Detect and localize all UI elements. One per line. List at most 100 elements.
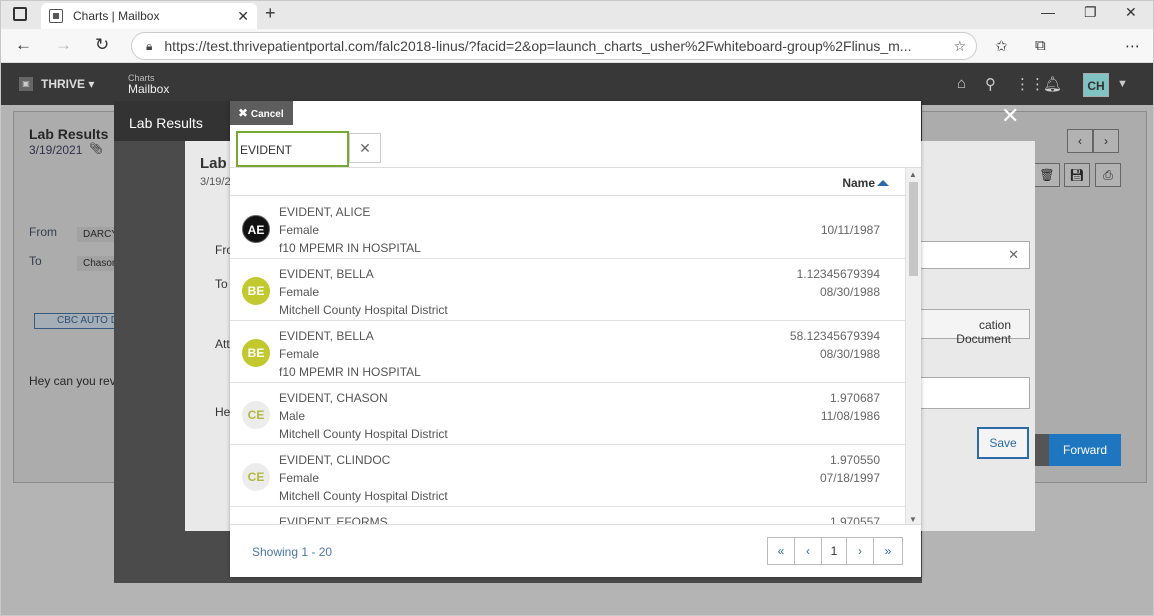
first-page-button[interactable]: « (767, 537, 795, 565)
save-button[interactable]: Save (977, 427, 1029, 459)
user-avatar[interactable]: CH (1083, 73, 1109, 97)
tab-close-icon[interactable]: ✕ (237, 8, 249, 25)
header-field[interactable] (920, 377, 1030, 409)
results-count: Showing 1 - 20 (252, 545, 333, 559)
patient-facility: Mitchell County Hospital District (279, 489, 448, 503)
patient-facility: Mitchell County Hospital District (279, 303, 448, 317)
patient-lookup-popup: ✖ Cancel ✕ Name AE EVIDENT, ALICE Female… (230, 101, 921, 577)
minimize-icon[interactable]: — (1041, 4, 1055, 20)
scroll-thumb[interactable] (909, 182, 918, 276)
dialog-att-label: Att (215, 337, 230, 351)
patient-dob: 08/30/1988 (819, 347, 880, 361)
patient-dob: 10/11/1987 (820, 223, 880, 237)
favorite-star-icon[interactable]: ☆ (953, 38, 966, 55)
patient-name: EVIDENT, CLINDOC (279, 453, 391, 467)
last-page-button[interactable]: » (873, 537, 903, 565)
patient-row[interactable]: CE EVIDENT, CHASON Male Mitchell County … (230, 383, 905, 445)
add-document-button[interactable]: cation Document (920, 309, 1030, 346)
patient-dob: 11/08/1986 (820, 409, 880, 423)
forward-arrow-icon[interactable]: → (55, 35, 72, 55)
scroll-up-icon[interactable]: ▲ (909, 170, 917, 179)
new-tab-icon[interactable]: + (265, 3, 276, 24)
patient-name: EVIDENT, EFORMS (279, 515, 388, 525)
patient-row[interactable]: BE EVIDENT, BELLA Female f10 MPEMR IN HO… (230, 321, 905, 383)
patient-name: EVIDENT, BELLA (279, 267, 374, 281)
restore-icon[interactable]: ❐ (1084, 4, 1097, 21)
patient-id: 1.12345679394 (796, 267, 880, 281)
refresh-icon[interactable]: ↻ (95, 35, 109, 55)
patient-name: EVIDENT, CHASON (279, 391, 388, 405)
tab-favicon-icon (49, 9, 63, 23)
pagination: « ‹ 1 › » (767, 537, 903, 565)
tab-title: Charts | Mailbox (73, 9, 160, 23)
name-column-header[interactable]: Name (842, 176, 875, 190)
search-icon[interactable]: ⚲ (985, 75, 996, 93)
patient-id: 1.970557 (829, 515, 880, 525)
patient-row[interactable]: CE EVIDENT, CLINDOC Female Mitchell Coun… (230, 445, 905, 507)
patient-sex: Female (279, 347, 320, 361)
url-field[interactable]: 🔒︎ https://test.thrivepatientportal.com/… (131, 32, 977, 60)
lock-icon: 🔒︎ (146, 38, 153, 53)
dialog-header-label: He (215, 405, 231, 419)
favorites-icon[interactable]: ✩ (995, 37, 1008, 55)
from-field[interactable]: ✕ (920, 241, 1030, 269)
patient-search-input[interactable] (240, 143, 345, 157)
current-page[interactable]: 1 (821, 537, 847, 565)
patient-row[interactable]: EVIDENT, EFORMS 1.970557 (230, 507, 905, 525)
patient-list: Name AE EVIDENT, ALICE Female f10 MPEMR … (230, 167, 921, 525)
patient-facility: f10 MPEMR IN HOSPITAL (279, 365, 421, 379)
cancel-label: Cancel (250, 109, 284, 120)
collections-icon[interactable]: ⧉ (1035, 37, 1046, 54)
modal-title: Lab Results (129, 115, 203, 131)
sort-ascending-icon[interactable] (877, 180, 889, 186)
from-clear-icon[interactable]: ✕ (1008, 247, 1019, 263)
modal-close-icon[interactable]: ✕ (1001, 103, 1019, 129)
tab-strip: Charts | Mailbox ✕ + — ❐ ✕ (1, 1, 1153, 29)
thrive-logo[interactable]: ▣ THRIVE ▾ (19, 77, 94, 91)
more-menu-icon[interactable]: ⋯ (1125, 37, 1140, 55)
patient-id: 1.970687 (829, 391, 880, 405)
bell-icon[interactable]: 🔔︎ (1043, 75, 1062, 93)
address-bar: ← → ↻ 🔒︎ https://test.thrivepatientporta… (1, 29, 1153, 84)
scroll-down-icon[interactable]: ▼ (909, 515, 917, 524)
patient-facility: Mitchell County Hospital District (279, 427, 448, 441)
patient-id: 58.12345679394 (789, 329, 880, 343)
search-field-wrap (236, 131, 349, 167)
home-icon[interactable]: ⌂ (957, 75, 966, 92)
patient-name: EVIDENT, BELLA (279, 329, 374, 343)
patient-sex: Female (279, 223, 320, 237)
forward-divider (1035, 434, 1049, 466)
forward-button[interactable]: Forward (1049, 434, 1121, 466)
dialog-title: Lab (200, 155, 227, 172)
patient-sex: Female (279, 471, 320, 485)
cancel-x-icon: ✖ (238, 106, 249, 120)
patient-id: 1.970550 (829, 453, 880, 467)
patient-sex: Male (279, 409, 306, 423)
next-page-button[interactable]: › (846, 537, 874, 565)
tab-actions-icon[interactable] (13, 7, 27, 21)
breadcrumb: Charts Mailbox (128, 73, 169, 95)
patient-avatar: BE (242, 339, 270, 367)
back-arrow-icon[interactable]: ← (15, 35, 32, 55)
patient-facility: f10 MPEMR IN HOSPITAL (279, 241, 421, 255)
browser-window: Charts | Mailbox ✕ + — ❐ ✕ ← → ↻ 🔒︎ http… (0, 0, 1154, 616)
patient-row[interactable]: AE EVIDENT, ALICE Female f10 MPEMR IN HO… (230, 197, 905, 259)
browser-tab[interactable]: Charts | Mailbox ✕ (41, 3, 257, 29)
app: ▣ THRIVE ▾ Charts Mailbox ⌂ ⚲ ⋮⋮ 🔔︎ CH ▼ … (1, 63, 1153, 615)
prev-page-button[interactable]: ‹ (794, 537, 822, 565)
logo-box-icon: ▣ (19, 77, 33, 91)
apps-grid-icon[interactable]: ⋮⋮ (1015, 75, 1045, 93)
list-header: Name (230, 168, 905, 196)
cancel-button[interactable]: ✖ Cancel (230, 101, 293, 125)
patient-avatar: AE (242, 215, 270, 243)
list-scrollbar[interactable]: ▲ ▼ (905, 168, 921, 524)
clear-search-button[interactable]: ✕ (349, 133, 381, 163)
dialog-to-label: To (215, 277, 228, 291)
app-bar: ▣ THRIVE ▾ Charts Mailbox ⌂ ⚲ ⋮⋮ 🔔︎ CH ▼ (1, 63, 1153, 105)
user-menu-chevron-icon[interactable]: ▼ (1117, 78, 1128, 90)
patient-avatar: CE (242, 401, 270, 429)
patient-avatar: BE (242, 277, 270, 305)
close-window-icon[interactable]: ✕ (1125, 4, 1137, 21)
patient-sex: Female (279, 285, 320, 299)
patient-row[interactable]: BE EVIDENT, BELLA Female Mitchell County… (230, 259, 905, 321)
